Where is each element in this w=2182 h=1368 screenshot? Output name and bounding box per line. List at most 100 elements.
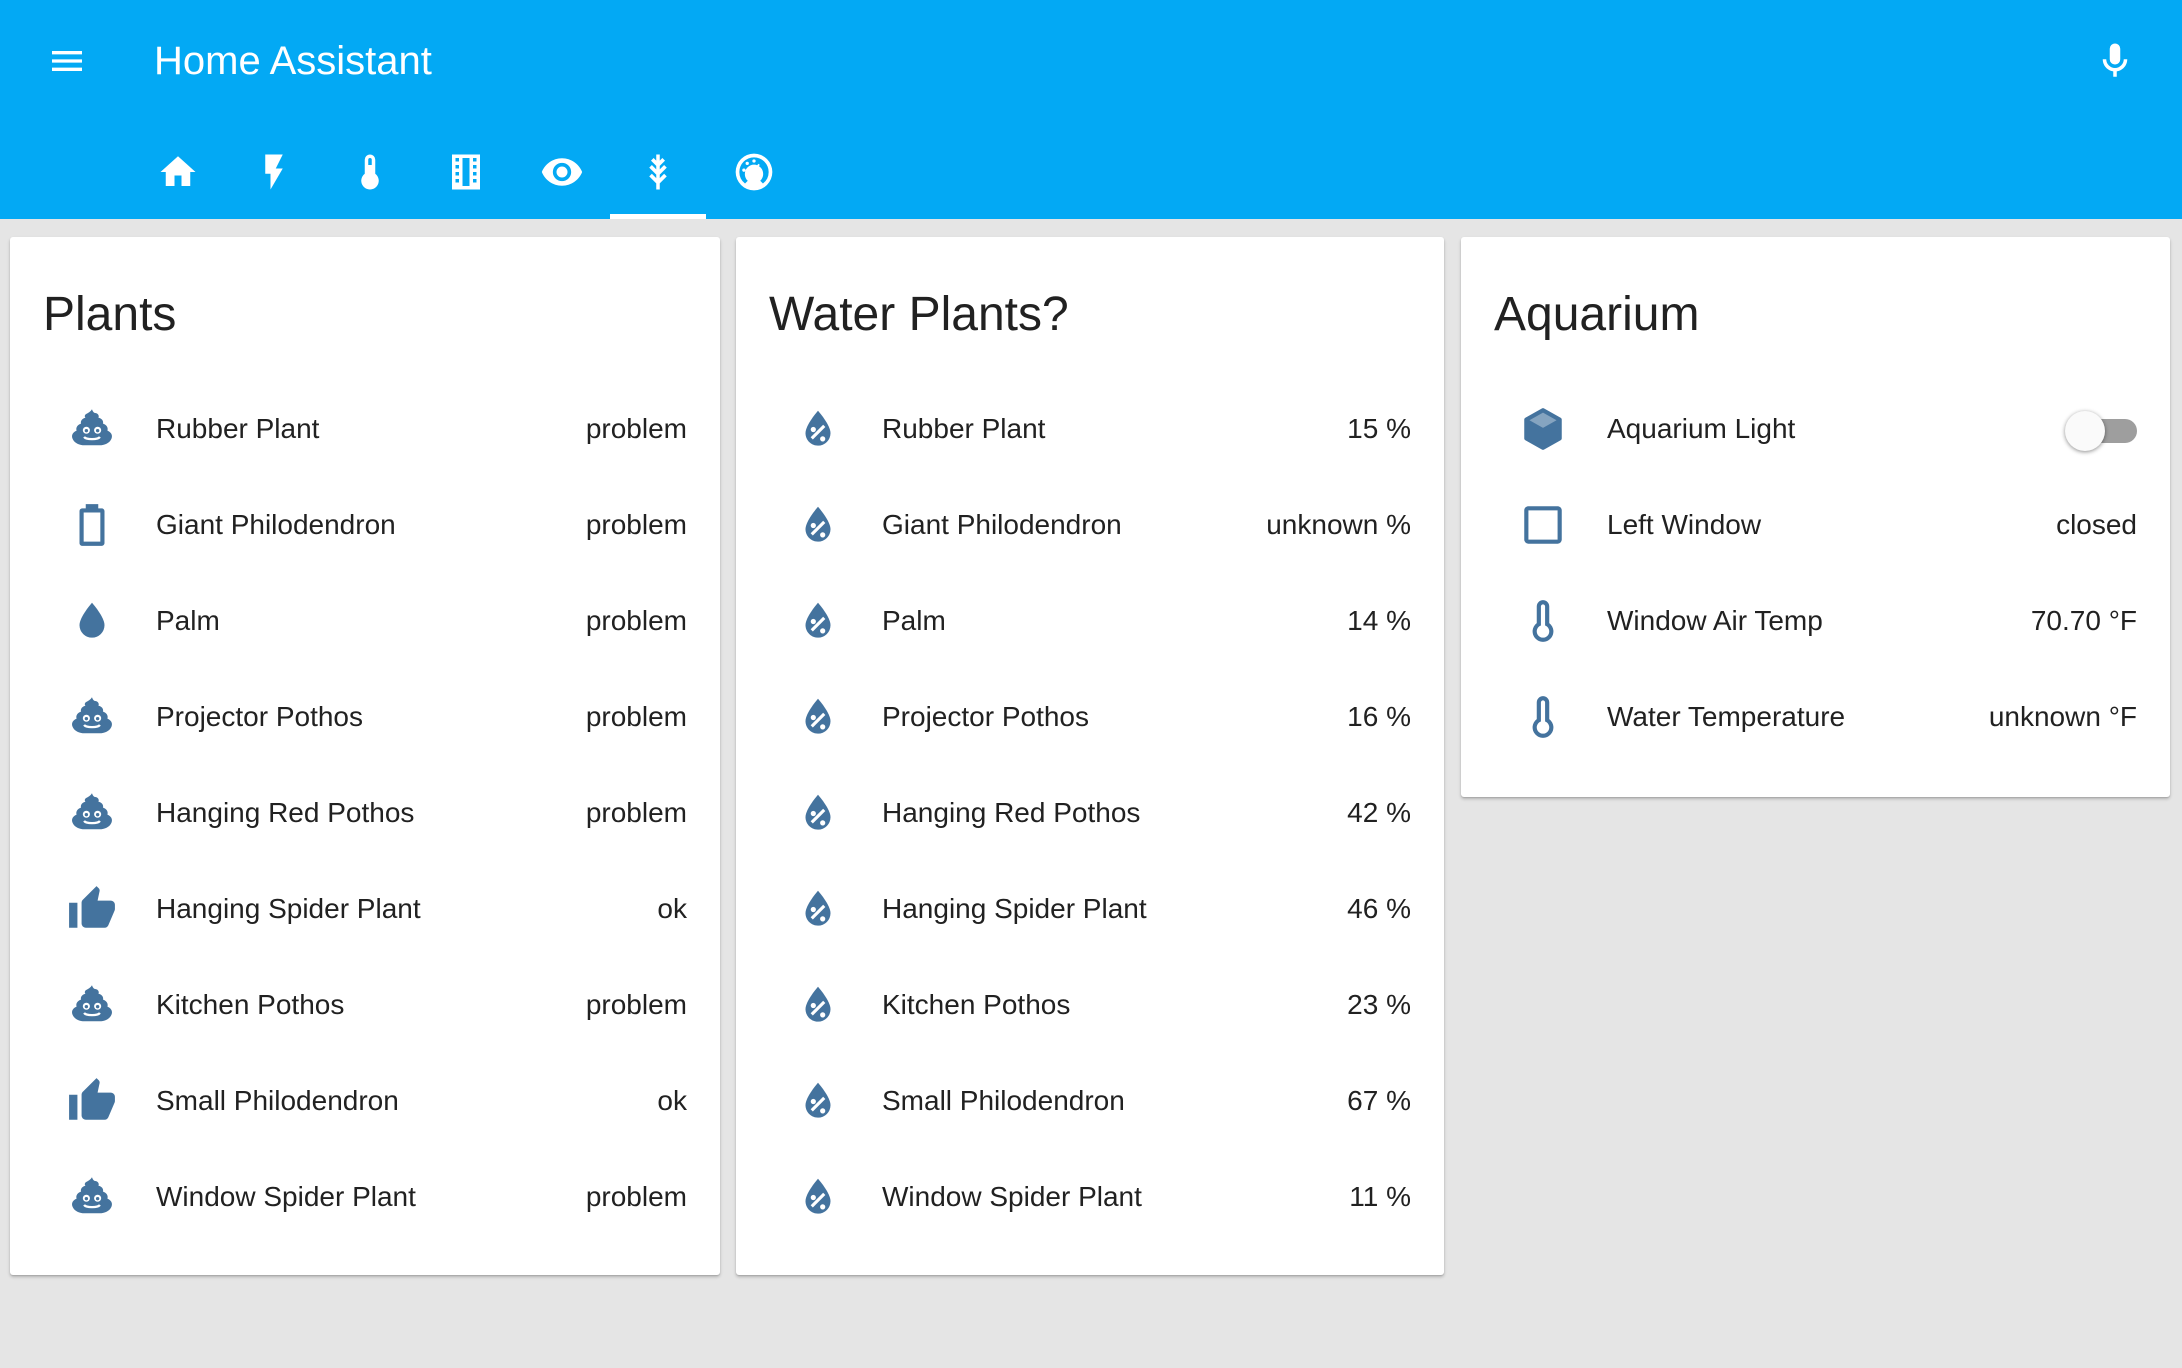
water-drop-icon — [60, 589, 124, 653]
entity-name[interactable]: Giant Philodendron — [156, 509, 396, 541]
entity-row[interactable]: Hanging Spider Plant ok — [10, 861, 720, 957]
microphone-icon — [2102, 43, 2128, 77]
entity-row[interactable]: Rubber Plant 15 % — [736, 381, 1444, 477]
voice-command-button[interactable] — [2084, 30, 2146, 92]
entity-row[interactable]: Palm problem — [10, 573, 720, 669]
entity-name[interactable]: Palm — [156, 605, 220, 637]
entity-row[interactable]: Giant Philodendron problem — [10, 477, 720, 573]
entity-state: problem — [585, 509, 687, 540]
entity-name[interactable]: Hanging Spider Plant — [156, 893, 421, 925]
entity-state: 42 % — [1347, 797, 1411, 828]
poop-icon — [60, 973, 124, 1037]
tab-plants[interactable] — [610, 124, 706, 219]
cube-icon — [1511, 397, 1575, 461]
entity-state: problem — [585, 605, 687, 636]
water-plants-card: Water Plants? Rubber Plant 15 % Giant Phil… — [736, 237, 1444, 1275]
water-percent-icon — [786, 493, 850, 557]
entity-state: ok — [657, 893, 687, 924]
entity-name[interactable]: Window Spider Plant — [156, 1181, 416, 1213]
poop-icon — [60, 397, 124, 461]
entity-row[interactable]: Projector Pothos problem — [10, 669, 720, 765]
entity-state: problem — [585, 701, 687, 732]
entity-row[interactable]: Left Window closed — [1461, 477, 2170, 573]
entity-state: 46 % — [1347, 893, 1411, 924]
entity-row[interactable]: Water Temperature unknown °F — [1461, 669, 2170, 765]
entity-row[interactable]: Kitchen Pothos problem — [10, 957, 720, 1053]
entity-row[interactable]: Hanging Red Pothos 42 % — [736, 765, 1444, 861]
entity-row[interactable]: Window Spider Plant 11 % — [736, 1149, 1444, 1245]
eye-icon — [541, 157, 583, 186]
card-title: Aquarium — [1494, 288, 1700, 341]
entity-state: ok — [657, 1085, 687, 1116]
entity-name[interactable]: Projector Pothos — [882, 701, 1089, 733]
tab-climate[interactable] — [322, 124, 418, 219]
thermometer-icon — [1511, 589, 1575, 653]
toggle-switch[interactable] — [2065, 409, 2137, 451]
app-title: Home Assistant — [154, 39, 432, 83]
tab-system[interactable] — [706, 124, 802, 219]
entity-state: 14 % — [1347, 605, 1411, 636]
thumb-up-icon — [60, 1069, 124, 1133]
entity-row[interactable]: Window Air Temp 70.70 °F — [1461, 573, 2170, 669]
entity-name[interactable]: Small Philodendron — [882, 1085, 1125, 1117]
tab-security[interactable] — [514, 124, 610, 219]
entity-name[interactable]: Water Temperature — [1607, 701, 1845, 733]
water-percent-icon — [786, 589, 850, 653]
app-header: Home Assistant — [0, 0, 2182, 219]
entity-row[interactable]: Giant Philodendron unknown % — [736, 477, 1444, 573]
card-title: Water Plants? — [769, 288, 1069, 341]
entity-row[interactable]: Rubber Plant problem — [10, 381, 720, 477]
entity-name[interactable]: Kitchen Pothos — [882, 989, 1070, 1021]
water-percent-icon — [786, 781, 850, 845]
entity-state: 16 % — [1347, 701, 1411, 732]
tab-media[interactable] — [418, 124, 514, 219]
flash-icon — [265, 154, 283, 189]
checkbox-blank-outline-icon — [1511, 493, 1575, 557]
entity-row[interactable]: Hanging Spider Plant 46 % — [736, 861, 1444, 957]
entity-name[interactable]: Small Philodendron — [156, 1085, 399, 1117]
entity-state: closed — [2056, 509, 2137, 540]
entity-state: 70.70 °F — [2030, 605, 2137, 636]
entity-name[interactable]: Hanging Spider Plant — [882, 893, 1147, 925]
battery-outline-icon — [60, 493, 124, 557]
gauge-icon — [735, 153, 773, 190]
entity-state: 11 % — [1349, 1181, 1411, 1212]
entity-state: 15 % — [1347, 413, 1411, 444]
entity-name[interactable]: Palm — [882, 605, 946, 637]
entity-name[interactable]: Window Spider Plant — [882, 1181, 1142, 1213]
entity-name[interactable]: Hanging Red Pothos — [882, 797, 1140, 829]
thermometer-icon — [361, 154, 379, 189]
entity-name[interactable]: Rubber Plant — [156, 413, 319, 445]
entity-state: problem — [585, 413, 687, 444]
entity-name[interactable]: Window Air Temp — [1607, 605, 1823, 637]
entity-name[interactable]: Giant Philodendron — [882, 509, 1122, 541]
entity-row[interactable]: Palm 14 % — [736, 573, 1444, 669]
entity-name[interactable]: Hanging Red Pothos — [156, 797, 414, 829]
menu-button[interactable] — [38, 32, 96, 90]
entity-name[interactable]: Kitchen Pothos — [156, 989, 344, 1021]
toggle-knob — [2065, 411, 2105, 451]
tab-home[interactable] — [130, 124, 226, 219]
entity-row[interactable]: Small Philodendron 67 % — [736, 1053, 1444, 1149]
water-percent-icon — [786, 1165, 850, 1229]
tab-energy[interactable] — [226, 124, 322, 219]
entity-state: problem — [585, 797, 687, 828]
card-title: Plants — [43, 288, 177, 341]
home-icon — [160, 155, 196, 186]
entity-state: problem — [585, 1181, 687, 1212]
thumb-up-icon — [60, 877, 124, 941]
entity-name[interactable]: Projector Pothos — [156, 701, 363, 733]
entity-name[interactable]: Aquarium Light — [1607, 413, 1795, 445]
entity-row[interactable]: Window Spider Plant problem — [10, 1149, 720, 1245]
entity-name[interactable]: Left Window — [1607, 509, 1761, 541]
entity-name[interactable]: Rubber Plant — [882, 413, 1045, 445]
film-icon — [452, 154, 480, 189]
entity-row[interactable]: Hanging Red Pothos problem — [10, 765, 720, 861]
entity-row[interactable]: Kitchen Pothos 23 % — [736, 957, 1444, 1053]
entity-row[interactable]: Small Philodendron ok — [10, 1053, 720, 1149]
water-percent-icon — [786, 685, 850, 749]
entity-row[interactable]: Projector Pothos 16 % — [736, 669, 1444, 765]
plants-card: Plants Rubber Plant problem Giant Philoden… — [10, 237, 720, 1275]
entity-row[interactable]: Aquarium Light — [1461, 381, 2170, 477]
grain-icon — [649, 154, 667, 189]
